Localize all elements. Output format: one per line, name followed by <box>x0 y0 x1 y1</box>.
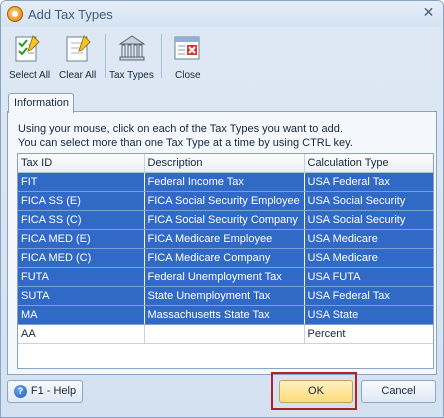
cell-description: FICA Social Security Company <box>144 210 305 230</box>
instruction-line: Using your mouse, click on each of the T… <box>18 123 343 135</box>
table-row[interactable]: AA Percent <box>18 324 433 344</box>
close-button[interactable]: Close <box>165 28 209 84</box>
app-icon <box>7 6 23 22</box>
help-icon: ? <box>13 384 27 398</box>
cell-tax-id: FIT <box>18 172 145 192</box>
tab-information[interactable]: Information <box>8 93 74 113</box>
cancel-button[interactable]: Cancel <box>361 380 436 403</box>
cell-tax-id: FUTA <box>18 267 145 287</box>
cell-calculation-type: USA Social Security <box>304 210 433 230</box>
cell-description: Federal Income Tax <box>144 172 305 192</box>
cell-tax-id: FICA MED (C) <box>18 248 145 268</box>
toolbar-separator <box>105 34 106 78</box>
toolbar-separator <box>161 34 162 78</box>
help-button[interactable]: ? F1 - Help <box>7 380 83 403</box>
tax-types-grid[interactable]: Tax ID Description Calculation Type FIT F… <box>17 153 434 369</box>
clear-all-button[interactable]: Clear All <box>55 28 103 84</box>
cell-tax-id: FICA SS (E) <box>18 191 145 211</box>
table-row[interactable]: SUTA State Unemployment Tax USA Federal Ta… <box>18 286 433 306</box>
tax-types-button[interactable]: Tax Types <box>107 28 157 84</box>
toolbar: Select All Clear All Tax Types Close <box>1 28 443 84</box>
cell-description: State Unemployment Tax <box>144 286 305 306</box>
ok-highlight-frame <box>271 372 357 410</box>
table-row[interactable]: FICA SS (C) FICA Social Security Company U… <box>18 210 433 230</box>
instruction-line: You can select more than one Tax Type at… <box>18 137 353 149</box>
column-header-description[interactable]: Description <box>144 154 305 173</box>
cell-calculation-type: USA Federal Tax <box>304 286 433 306</box>
cell-calculation-type: Percent <box>304 324 433 344</box>
column-header-calculation-type[interactable]: Calculation Type <box>304 154 433 173</box>
cell-calculation-type: USA Medicare <box>304 248 433 268</box>
dialog-footer: ? F1 - Help OK Cancel <box>1 373 443 417</box>
information-panel: Using your mouse, click on each of the T… <box>7 111 437 375</box>
tab-information-label: Information <box>14 97 70 109</box>
tax-types-icon <box>117 33 147 63</box>
table-row[interactable]: FUTA Federal Unemployment Tax USA FUTA <box>18 267 433 287</box>
clear-all-label: Clear All <box>59 70 97 81</box>
cell-calculation-type: USA Medicare <box>304 229 433 249</box>
cell-description: Massachusetts State Tax <box>144 305 305 325</box>
table-row[interactable]: FICA MED (E) FICA Medicare Employee USA Me… <box>18 229 433 249</box>
cell-tax-id: MA <box>18 305 145 325</box>
select-all-label: Select All <box>9 70 51 81</box>
close-icon <box>172 33 202 63</box>
cell-description: Federal Unemployment Tax <box>144 267 305 287</box>
cell-tax-id: AA <box>18 324 145 344</box>
cell-calculation-type: USA State <box>304 305 433 325</box>
cell-tax-id: FICA MED (E) <box>18 229 145 249</box>
cell-tax-id: FICA SS (C) <box>18 210 145 230</box>
instructions: Using your mouse, click on each of the T… <box>18 122 430 150</box>
add-tax-types-dialog: Add Tax Types ✕ Select All Clear All Tax… <box>0 0 444 418</box>
select-all-icon <box>13 33 43 63</box>
table-row[interactable]: MA Massachusetts State Tax USA State <box>18 305 433 325</box>
cancel-label: Cancel <box>381 385 416 397</box>
cell-description <box>144 324 305 344</box>
table-row[interactable]: FIT Federal Income Tax USA Federal Tax <box>18 172 433 192</box>
cell-description: FICA Medicare Employee <box>144 229 305 249</box>
tax-types-label: Tax Types <box>109 70 154 81</box>
column-header-tax-id[interactable]: Tax ID <box>18 154 145 173</box>
cell-calculation-type: USA Federal Tax <box>304 172 433 192</box>
cell-calculation-type: USA FUTA <box>304 267 433 287</box>
table-row[interactable]: FICA MED (C) FICA Medicare Company USA Med… <box>18 248 433 268</box>
table-row[interactable]: FICA SS (E) FICA Social Security Employee… <box>18 191 433 211</box>
clear-all-icon <box>64 33 94 63</box>
cell-description: FICA Medicare Company <box>144 248 305 268</box>
help-label: F1 - Help <box>30 385 77 397</box>
window-close-button[interactable]: ✕ <box>419 4 438 21</box>
cell-description: FICA Social Security Employee <box>144 191 305 211</box>
window-title: Add Tax Types <box>28 7 113 22</box>
cell-calculation-type: USA Social Security <box>304 191 433 211</box>
select-all-button[interactable]: Select All <box>3 28 53 84</box>
cell-tax-id: SUTA <box>18 286 145 306</box>
title-bar: Add Tax Types ✕ <box>1 1 443 27</box>
close-label: Close <box>175 70 201 81</box>
